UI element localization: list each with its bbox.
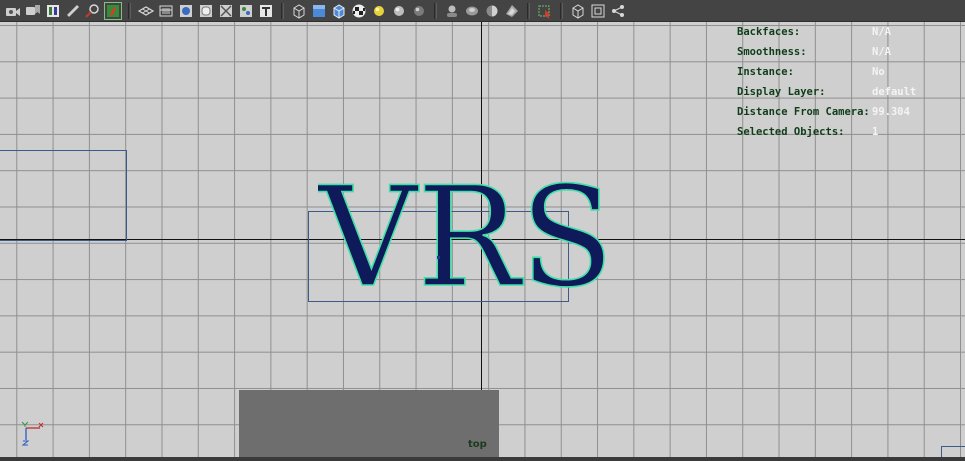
- grid-toggle-icon[interactable]: [138, 3, 154, 19]
- heads-up-display: Backfaces: N/A Smoothness: N/A Instance:…: [737, 24, 957, 144]
- xray-icon[interactable]: [464, 3, 480, 19]
- 2d-pan-zoom-icon[interactable]: [85, 3, 101, 19]
- hud-label: Distance From Camera:: [737, 106, 870, 118]
- panel-bottom-edge: [0, 457, 965, 461]
- xray-components-icon[interactable]: [504, 3, 520, 19]
- offscreen-object-bounding-box[interactable]: [0, 150, 127, 241]
- hud-label: Display Layer:: [737, 86, 826, 98]
- toggle-text-icon[interactable]: [238, 3, 254, 19]
- single-view-icon[interactable]: [570, 3, 586, 19]
- shadows-icon[interactable]: [391, 3, 407, 19]
- smooth-shade-icon[interactable]: [311, 3, 327, 19]
- hud-value: No: [872, 66, 885, 78]
- camera-attributes-icon[interactable]: [5, 3, 21, 19]
- toolbar-separator: [560, 2, 563, 19]
- hud-value: N/A: [872, 26, 891, 38]
- vrs-text-geometry[interactable]: VRS: [318, 180, 615, 300]
- safe-title-icon[interactable]: [218, 3, 234, 19]
- toolbar-separator: [281, 2, 284, 19]
- hud-label: Smoothness:: [737, 46, 807, 58]
- hud-label: Selected Objects:: [737, 126, 845, 138]
- xray-joints-icon[interactable]: [484, 3, 500, 19]
- toolbar-group-camera-select: [535, 0, 555, 22]
- pivot-point[interactable]: [437, 256, 440, 259]
- select-camera-icon[interactable]: [537, 3, 553, 19]
- view-axis-gizmo-icon: [21, 421, 44, 446]
- outliner-graph-icon[interactable]: [610, 3, 626, 19]
- safe-action-icon[interactable]: [198, 3, 214, 19]
- hud-value: 1: [872, 126, 879, 138]
- camera-frustum-plane[interactable]: [239, 390, 499, 457]
- isolate-select-icon[interactable]: [444, 3, 460, 19]
- vrs-text-object[interactable]: VRS: [318, 180, 618, 300]
- field-chart-icon[interactable]: [178, 3, 194, 19]
- toolbar-separator: [128, 2, 131, 19]
- hud-row-instance: Instance: No: [737, 64, 957, 84]
- wireframe-icon[interactable]: [291, 3, 307, 19]
- hud-row-smoothness: Smoothness: N/A: [737, 44, 957, 64]
- toolbar-group-display: [136, 0, 276, 22]
- toolbar-group-camera: [3, 0, 123, 22]
- toolbar-separator: [434, 2, 437, 19]
- hud-value: default: [872, 86, 917, 98]
- offscreen-object-corner[interactable]: [941, 446, 965, 457]
- text-tool-icon[interactable]: [258, 3, 274, 19]
- wireframe-on-shaded-icon[interactable]: [331, 3, 347, 19]
- textured-icon[interactable]: [351, 3, 367, 19]
- hud-row-distance-from-camera: Distance From Camera: 99.304: [737, 104, 957, 124]
- toolbar-group-shading: [289, 0, 429, 22]
- toolbar-separator: [527, 2, 530, 19]
- ambient-occlusion-icon[interactable]: [411, 3, 427, 19]
- panel-toolbar: [0, 0, 965, 22]
- hud-value: N/A: [872, 46, 891, 58]
- hud-label: Backfaces:: [737, 26, 801, 38]
- hud-row-backfaces: Backfaces: N/A: [737, 24, 957, 44]
- hud-row-display-layer: Display Layer: default: [737, 84, 957, 104]
- film-gate-icon[interactable]: [104, 1, 122, 20]
- toolbar-group-xray: [442, 0, 522, 22]
- bookmark-icon[interactable]: [25, 3, 41, 19]
- toolbar-group-layout: [568, 0, 628, 22]
- hud-row-selected-objects: Selected Objects: 1: [737, 124, 957, 144]
- top-viewport[interactable]: VRS Backfaces: N/A Smoothness: N/A Insta…: [0, 22, 965, 457]
- grease-pencil-icon[interactable]: [65, 3, 81, 19]
- view-name-label: top: [468, 439, 487, 450]
- resolution-gate-icon[interactable]: [158, 3, 174, 19]
- hud-value: 99.304: [872, 106, 910, 118]
- use-lights-icon[interactable]: [371, 3, 387, 19]
- image-plane-icon[interactable]: [45, 3, 61, 19]
- hud-label: Instance:: [737, 66, 794, 78]
- four-view-icon[interactable]: [590, 3, 606, 19]
